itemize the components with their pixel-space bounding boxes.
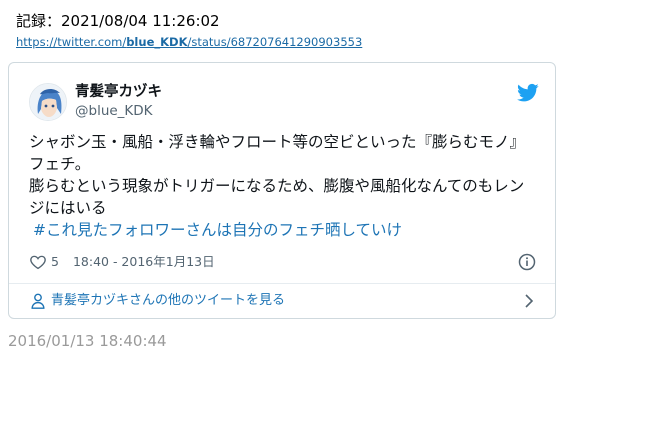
chevron-right-icon[interactable]: [522, 293, 536, 309]
capture-timestamp: 2016/01/13 18:40:44: [8, 332, 167, 350]
avatar[interactable]: [29, 83, 67, 121]
more-tweets-link[interactable]: 青髪亭カヅキさんの他のツイートを見る: [31, 291, 285, 311]
info-icon[interactable]: [518, 253, 536, 271]
tweet-line: シャボン玉・風船・浮き輪やフロート等の空ビといった『膨らむモノ』フェチ。: [29, 133, 526, 173]
author-display-name[interactable]: 青髪亭カヅキ: [75, 83, 162, 101]
record-datetime: 記録：2021/08/04 11:26:02: [16, 12, 220, 30]
hashtag-link[interactable]: #これ見たフォロワーさんは自分のフェチ晒していけ: [33, 219, 539, 241]
twitter-bird-icon[interactable]: [517, 83, 539, 103]
embedded-tweet-card: 青髪亭カヅキ @blue_KDK シャボン玉・風船・浮き輪やフロート等の空ビとい…: [8, 62, 556, 319]
more-tweets-label: 青髪亭カヅキさんの他のツイートを見る: [51, 293, 286, 308]
tweet-url-link[interactable]: https://twitter.com/blue_KDK/status/6872…: [16, 34, 362, 50]
tweet-body: シャボン玉・風船・浮き輪やフロート等の空ビといった『膨らむモノ』フェチ。 膨らむ…: [29, 131, 539, 241]
person-icon: [31, 293, 45, 309]
tweet-line: 膨らむという現象がトリガーになるため、膨腹や風船化なんてのもレンジにはいる: [29, 177, 525, 217]
tweet-timestamp[interactable]: 18:40 - 2016年1月13日: [73, 252, 215, 272]
heart-icon[interactable]: [29, 253, 47, 271]
author-handle[interactable]: @blue_KDK: [75, 102, 153, 120]
like-count: 5: [51, 254, 59, 269]
tweet-meta: 5 18:40 - 2016年1月13日: [29, 252, 215, 272]
divider: [9, 283, 555, 284]
